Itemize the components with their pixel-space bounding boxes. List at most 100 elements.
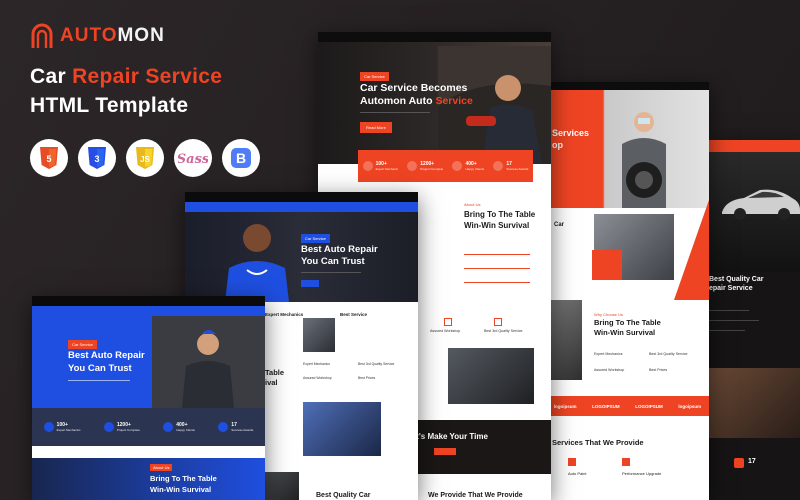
preview4-feature-item: Assured Workshop [594,368,625,372]
css3-icon: 3 [78,139,116,177]
preview1-topbar [318,32,551,42]
project-icon [407,161,418,171]
stat-label: Expert Mechanics [56,428,81,432]
preview2-hero-text [301,272,361,273]
preview4-red-accent [592,250,622,280]
preview3-about-band: About Us Bring To The Table Win-Win Surv… [32,458,265,500]
preview4-feature-list: Expert Mechanics Best 3rd Quality Servic… [594,352,704,372]
preview3-hero-title-1: Best Auto Repair [68,350,145,361]
bootstrap-icon: B [222,139,260,177]
mechanic-icon [43,422,54,432]
preview2-feature-list: Expert Mechanics Best 3rd Quality Servic… [303,362,413,380]
preview1-stat: 400+ Happy Clients [452,161,484,171]
partner-logo: logoipsum [553,403,577,409]
preview3-kicker: About Us [150,464,173,471]
preview5-hero [706,152,800,272]
preview2-col-2: Best Service [340,312,368,317]
headline-line-1: Car Repair Service [30,62,222,91]
preview4-services-title: Services That We Provide [552,438,644,447]
preview1-read-more-button[interactable]: Read More [360,122,392,133]
preview4-feature-item: Best Prices [649,368,668,372]
preview2-hero-tag: Car Service [301,234,330,243]
preview5-line [709,310,749,311]
preview4-topbar [546,82,709,90]
preview5-stat-icon [734,458,744,468]
preview5-stat: 17 [748,458,756,465]
preview2-about-2: ival [265,378,278,387]
preview1-kicker: About Us [464,202,481,207]
stat-label: Success Awards [506,167,529,171]
stat-label: Project Complete [116,428,140,432]
preview1-hero: Car Service Car Service Becomes Automon … [318,32,551,164]
logo-text-part-b: MON [117,25,165,46]
preview1-cta-button[interactable] [434,448,456,455]
preview3-stat: 100+ Expert Mechanics [43,422,81,432]
preview3-navbar [32,306,265,316]
promo-headline: Car Repair Service HTML Template [30,62,222,120]
preview4-hero-title-1: Services [552,128,590,138]
preview3-stat: 1200+ Project Complete [103,422,140,432]
clients-icon [452,161,463,171]
stat-label: Success Awards [231,428,254,432]
stat-label: Happy Clients [465,167,485,171]
preview1-about-2: Win-Win Survival [464,221,530,230]
preview2-topbar [185,192,418,202]
partner-logo: LOGOIPSUM [592,403,620,409]
auto-paint-icon [568,458,576,466]
preview4-service-title: Car [554,222,565,228]
preview2-service-photo [303,318,335,352]
preview3-topbar [32,296,265,306]
logo-mark-icon [31,23,53,48]
template-preview-4: Services op Car Why Choose Us Bring To T… [546,82,709,500]
preview4-hero-title-2: op [552,140,563,150]
headline-line-2: HTML Template [30,94,189,117]
stat-label: Expert Mechanic [375,167,398,171]
preview4-card-2: Performance Upgrade [622,471,662,476]
preview3-stat: 17 Success Awards [218,422,253,432]
award-icon [218,422,229,432]
clients-icon [163,422,174,432]
svg-text:Sass: Sass [178,152,208,167]
preview1-stat: 100+ Expert Mechanic [362,161,398,171]
html5-icon: 5 [30,139,68,177]
preview4-wheel-photo [546,300,582,380]
preview1-hero-tag: Car Service [360,72,389,81]
preview2-feature-item: Best Prices [358,376,376,380]
preview3-hero-title-2: You Can Trust [68,363,132,374]
project-icon [103,422,114,432]
preview4-feature-item: Expert Mechanics [594,352,623,356]
preview3-stats-bar: 100+ Expert Mechanics 1200+ Project Comple… [32,408,265,446]
smiling-mechanic-photo [225,224,289,302]
preview2-hero: Car Service Best Auto Repair You Can Tru… [185,212,418,302]
preview1-progress-line [464,268,530,269]
sass-icon: Sass [174,139,212,177]
svg-text:B: B [236,150,246,166]
preview2-hero-button[interactable] [301,280,319,287]
headline-word-repair: Repair [72,65,140,88]
preview1-service-1: Assured Workshop [430,329,461,333]
workshop-icon [444,318,452,326]
preview4-partner-logos: logoipsum LOGOIPSUM LOGOIPSUM logoipsum [546,396,709,416]
preview2-col-1: Expert Mechanics [265,312,304,317]
sports-car-icon [722,189,800,220]
mechanic-wrench-photo [152,316,265,408]
award-icon [493,161,504,171]
preview2-feature-item: Best 3rd Quality Service [358,362,395,366]
preview3-hero-tag: Car Service [68,340,97,349]
preview1-stat: 17 Success Awards [493,161,528,171]
preview5-title-1: Best Quality Car [709,276,764,283]
preview3-hero-text [68,380,130,381]
preview5-line [709,330,745,331]
performance-icon [622,458,630,466]
preview5-topbar [706,140,800,152]
preview4-about-1: Bring To The Table [594,318,661,327]
preview2-about-1: Table [265,368,285,377]
preview1-stats-bar: 100+ Expert Mechanic 1200+ Project Complet… [358,150,533,182]
preview4-kicker: Why Choose Us [594,312,623,317]
preview3-hero: Car Service Best Auto Repair You Can Tru… [32,316,265,408]
preview4-card-1: Auto Paint [568,471,587,476]
preview2-feature-item: Assured Workshop [303,376,332,380]
preview1-last-title: We Provide That We Provide [428,492,523,499]
preview4-red-shape [674,200,709,300]
stat-label: Happy Clients [176,428,195,432]
